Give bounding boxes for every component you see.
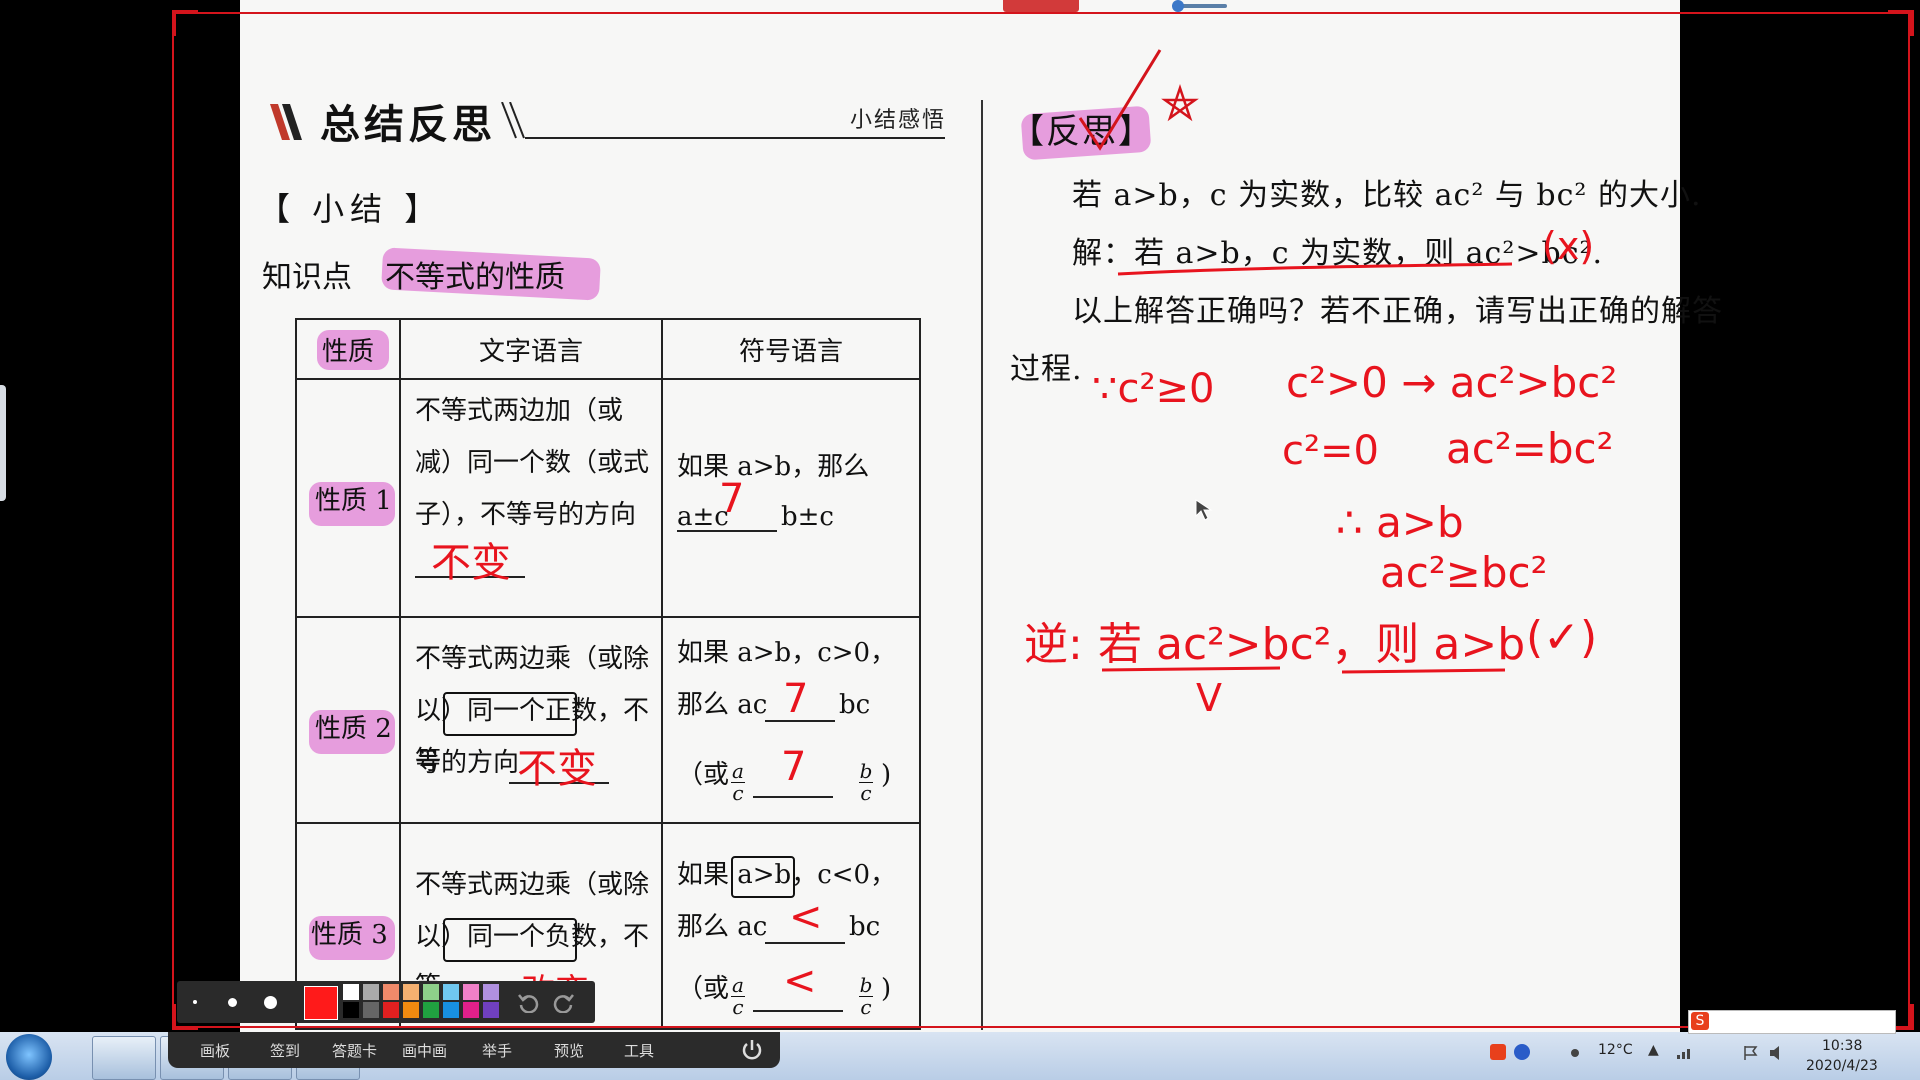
side-panel-tab[interactable] — [0, 385, 6, 501]
menu-item[interactable]: 答题卡 — [332, 1040, 377, 1061]
color-swatch[interactable] — [343, 984, 359, 1000]
ime-logo-icon: S — [1691, 1012, 1709, 1030]
show-hidden-icons-icon[interactable]: ▲ — [1648, 1042, 1659, 1058]
frame-corner — [172, 10, 198, 36]
frame-corner — [1888, 10, 1914, 36]
pen-size-small[interactable] — [193, 1000, 197, 1004]
menu-item[interactable]: 工具 — [624, 1040, 654, 1061]
class-tool-menu: 画板 签到 答题卡 画中画 举手 预览 工具 — [168, 1032, 780, 1068]
undo-icon[interactable] — [517, 991, 539, 1013]
help-tray-icon[interactable] — [1514, 1044, 1530, 1060]
ime-toolbar[interactable]: S — [1688, 1010, 1896, 1034]
redo-icon[interactable] — [553, 991, 575, 1013]
color-swatch[interactable] — [343, 1002, 359, 1018]
color-swatch[interactable] — [363, 984, 379, 1000]
clock-date[interactable]: 2020/4/23 — [1806, 1058, 1878, 1074]
power-icon[interactable] — [740, 1038, 764, 1062]
color-swatch[interactable] — [363, 1002, 379, 1018]
weather-sun-icon — [1571, 1049, 1579, 1057]
color-swatch[interactable] — [483, 1002, 499, 1018]
pen-toolbar — [177, 981, 595, 1023]
color-swatch[interactable] — [403, 984, 419, 1000]
network-icon[interactable] — [1676, 1046, 1694, 1060]
color-swatch[interactable] — [483, 984, 499, 1000]
taskbar-app-button[interactable] — [92, 1036, 156, 1080]
color-swatch[interactable] — [423, 984, 439, 1000]
menu-item[interactable]: 预览 — [554, 1040, 584, 1061]
menu-item[interactable]: 画中画 — [402, 1040, 447, 1061]
sogou-tray-icon[interactable] — [1490, 1044, 1506, 1060]
pen-size-medium[interactable] — [228, 998, 237, 1007]
menu-item[interactable]: 画板 — [200, 1040, 230, 1061]
color-swatch[interactable] — [383, 984, 399, 1000]
temperature: 12°C — [1598, 1042, 1633, 1058]
color-swatch[interactable] — [443, 1002, 459, 1018]
menu-item[interactable]: 举手 — [482, 1040, 512, 1061]
color-swatch[interactable] — [383, 1002, 399, 1018]
color-swatch[interactable] — [443, 984, 459, 1000]
zoom-slider-knob[interactable] — [1172, 0, 1184, 12]
color-swatch[interactable] — [463, 1002, 479, 1018]
top-drag-handle[interactable] — [1003, 0, 1079, 12]
volume-icon[interactable] — [1768, 1044, 1786, 1062]
screen: 总结反思 小结感悟 【 小结 】 知识点 不等式的性质 性质 文字语言 符号语言… — [0, 0, 1920, 1080]
color-swatch[interactable] — [423, 1002, 439, 1018]
clock-time[interactable]: 10:38 — [1822, 1038, 1862, 1054]
current-color[interactable] — [304, 986, 338, 1020]
flag-icon[interactable] — [1742, 1044, 1760, 1062]
color-swatch[interactable] — [463, 984, 479, 1000]
recording-frame — [172, 12, 1910, 1028]
start-button[interactable] — [6, 1034, 52, 1080]
menu-item[interactable]: 签到 — [270, 1040, 300, 1061]
pen-size-large[interactable] — [264, 996, 277, 1009]
color-swatch[interactable] — [403, 1002, 419, 1018]
